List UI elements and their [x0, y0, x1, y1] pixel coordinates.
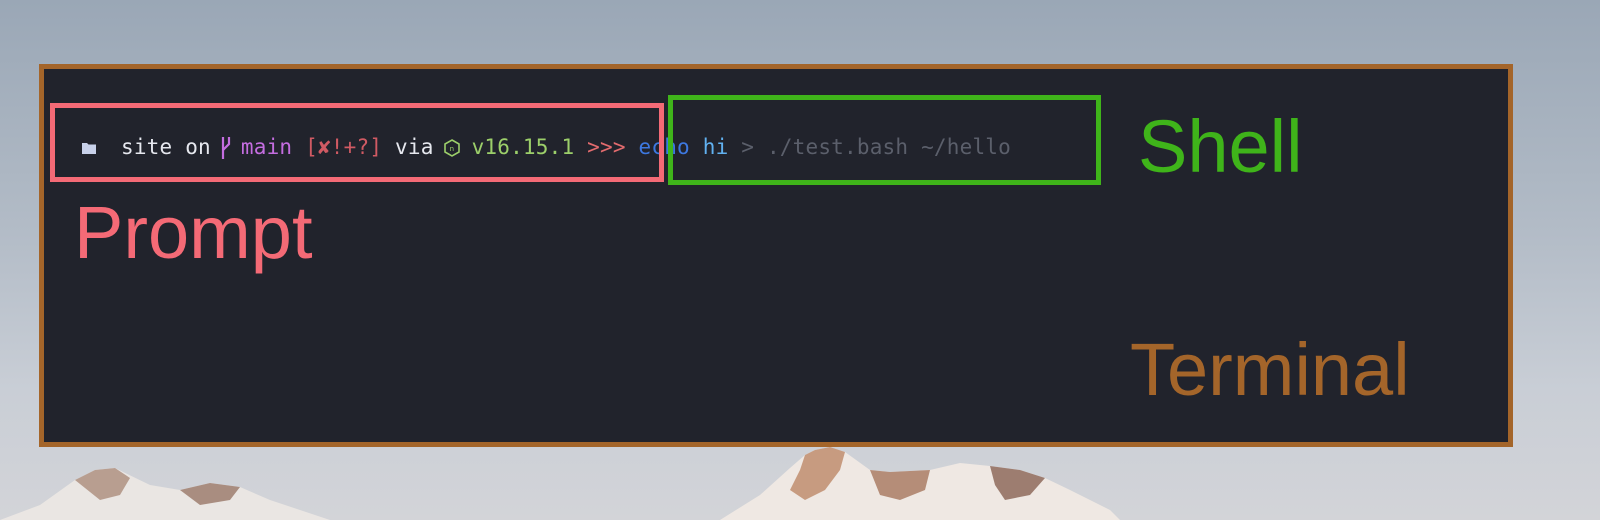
- terminal-label: Terminal: [1130, 328, 1410, 411]
- prompt-label: Prompt: [74, 191, 313, 274]
- prompt-highlight-box: [50, 103, 664, 182]
- shell-highlight-box: [668, 95, 1101, 185]
- shell-label: Shell: [1138, 105, 1303, 188]
